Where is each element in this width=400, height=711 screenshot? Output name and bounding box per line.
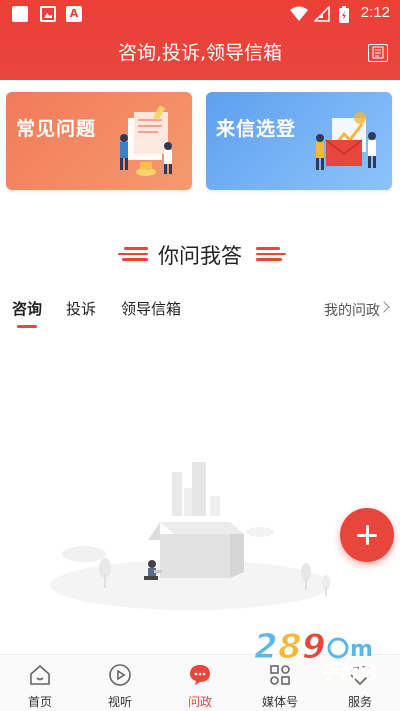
svg-text:8: 8 (278, 627, 302, 667)
tab-active-indicator (17, 325, 37, 328)
image-icon (40, 6, 56, 22)
faq-card[interactable]: 常见问题 (6, 92, 192, 190)
letter-illustration-icon (316, 112, 376, 170)
page-title: 咨询,投诉,领导信箱 (117, 42, 283, 64)
svg-text:m: m (350, 637, 373, 662)
tab-leader-mailbox[interactable]: 领导信箱 (121, 298, 181, 319)
app-icon: A (66, 6, 82, 22)
tab-complaint[interactable]: 投诉 (66, 298, 96, 319)
svg-text:2: 2 (254, 627, 278, 667)
nav-label-av: 视听 (107, 695, 132, 709)
svg-text:9: 9 (302, 627, 326, 667)
battery-icon (339, 6, 349, 23)
faq-illustration-icon (120, 105, 172, 176)
wifi-icon (290, 6, 308, 21)
play-icon (109, 664, 131, 686)
chat-icon (190, 665, 210, 685)
watermark-text: 手游网 (322, 661, 376, 683)
tab-consult[interactable]: 咨询 (12, 298, 42, 319)
nav-item-politics[interactable]: 问政 (160, 655, 240, 711)
add-question-button[interactable] (340, 508, 394, 562)
home-icon (30, 664, 50, 685)
mailbox-icon[interactable] (368, 44, 388, 62)
nav-label-home: 首页 (27, 695, 52, 709)
empty-state-illustration (50, 462, 330, 610)
notification-icon (12, 6, 28, 22)
nav-label-media: 媒体号 (261, 695, 298, 709)
nav-item-home[interactable]: 首页 (0, 655, 80, 711)
faq-card-label: 常见问题 (16, 118, 97, 140)
watermark-logo: 2 8 9 m 手游网 (254, 627, 377, 684)
nav-item-av[interactable]: 视听 (80, 655, 160, 711)
section-title: 你问我答 (158, 244, 242, 268)
my-politics-link[interactable]: 我的问政 (324, 300, 380, 320)
status-bar: A 2:12 (0, 0, 400, 28)
nav-label-service: 服务 (347, 695, 372, 709)
letter-card-label: 来信选登 (216, 118, 297, 140)
title-decoration-right (256, 247, 286, 264)
status-time: 2:12 (360, 4, 390, 21)
nav-label-politics: 问政 (187, 695, 212, 709)
signal-icon (314, 6, 330, 22)
letter-card[interactable]: 来信选登 (206, 92, 392, 190)
